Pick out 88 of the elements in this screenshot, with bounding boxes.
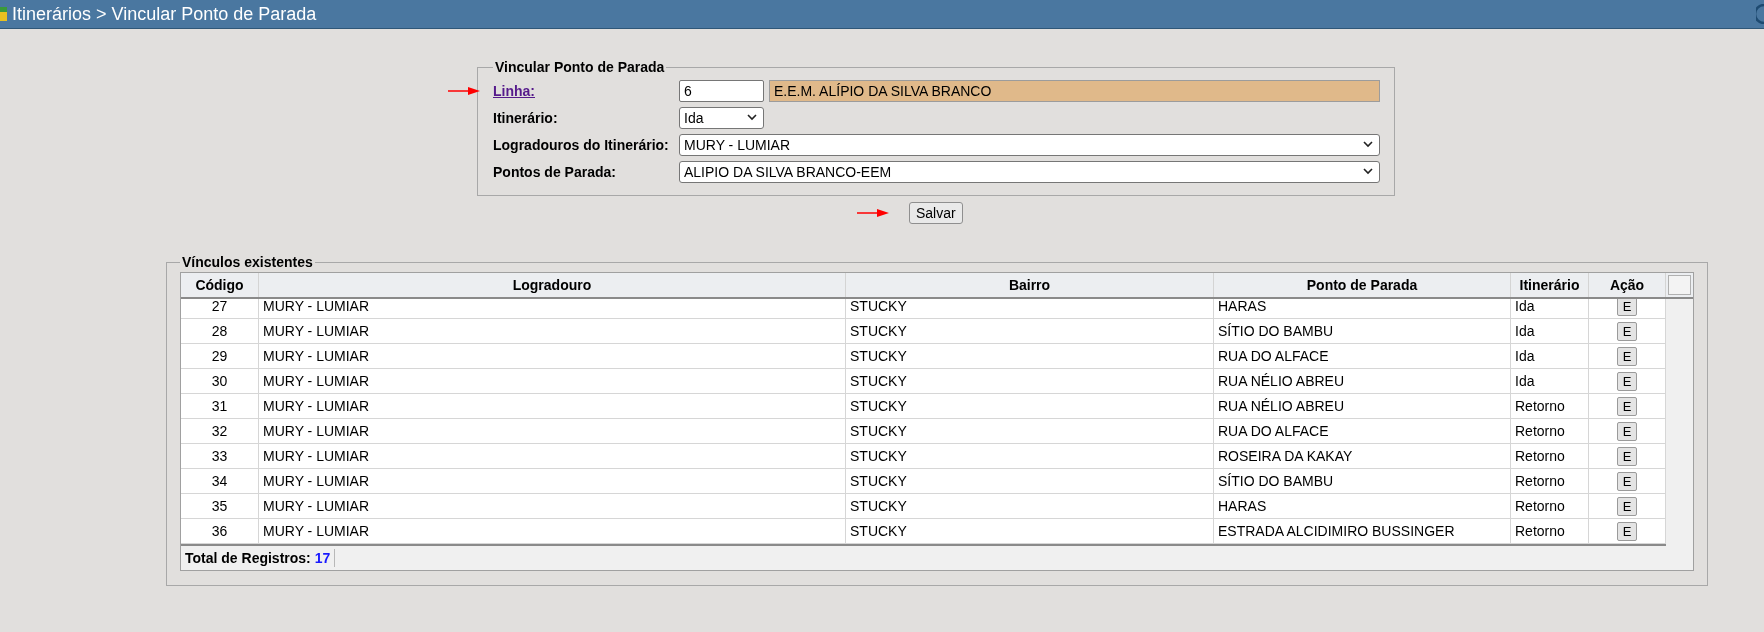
chevron-down-icon bbox=[1363, 141, 1373, 148]
itinerary-select[interactable]: Ida bbox=[679, 106, 764, 129]
table-cell: MURY - LUMIAR bbox=[259, 344, 846, 368]
field-label: Itinerário: bbox=[493, 109, 559, 126]
table-cell: 29 bbox=[181, 344, 259, 368]
arrow-right-icon bbox=[857, 209, 889, 217]
table-cell: Ida bbox=[1511, 319, 1589, 343]
edit-button[interactable]: E bbox=[1617, 446, 1637, 466]
table-cell: MURY - LUMIAR bbox=[259, 494, 846, 518]
edit-button[interactable]: E bbox=[1617, 421, 1637, 441]
arrow-right-icon bbox=[448, 86, 480, 95]
table-cell: ROSEIRA DA KAKAY bbox=[1214, 444, 1511, 468]
table-cell: MURY - LUMIAR bbox=[259, 299, 846, 318]
table-cell: MURY - LUMIAR bbox=[259, 469, 846, 493]
table-cell: Retorno bbox=[1511, 519, 1589, 543]
table-cell: HARAS bbox=[1214, 494, 1511, 518]
table-cell: MURY - LUMIAR bbox=[259, 369, 846, 393]
table-cell: RUA NÉLIO ABREU bbox=[1214, 394, 1511, 418]
table-cell: MURY - LUMIAR bbox=[259, 394, 846, 418]
table-cell: 35 bbox=[181, 494, 259, 518]
table-cell: STUCKY bbox=[846, 444, 1214, 468]
column-header: Código bbox=[181, 273, 259, 297]
line-code-field[interactable]: 6 bbox=[679, 79, 764, 102]
column-header: Ação bbox=[1589, 273, 1666, 297]
column-header: Logradouro bbox=[259, 273, 846, 297]
table-cell: STUCKY bbox=[846, 319, 1214, 343]
edit-button[interactable]: E bbox=[1617, 471, 1637, 491]
field-label: Logradouros do Itinerário: bbox=[493, 136, 670, 153]
table-cell: STUCKY bbox=[846, 394, 1214, 418]
table-cell: STUCKY bbox=[846, 419, 1214, 443]
table-cell: 28 bbox=[181, 319, 259, 343]
table-cell: STUCKY bbox=[846, 469, 1214, 493]
total-count: 17 bbox=[314, 550, 331, 566]
table-cell: 30 bbox=[181, 369, 259, 393]
table-cell: STUCKY bbox=[846, 494, 1214, 518]
page-title: Itinerários > Vincular Ponto de Parada bbox=[12, 3, 317, 25]
table-cell: Ida bbox=[1511, 369, 1589, 393]
table-cell: MURY - LUMIAR bbox=[259, 319, 846, 343]
table-cell: RUA NÉLIO ABREU bbox=[1214, 369, 1511, 393]
table-cell: STUCKY bbox=[846, 369, 1214, 393]
column-menu-button[interactable] bbox=[1668, 275, 1691, 295]
column-header: Ponto de Parada bbox=[1214, 273, 1511, 297]
table-cell: ESTRADA ALCIDIMIRO BUSSINGER bbox=[1214, 519, 1511, 543]
table-cell: STUCKY bbox=[846, 344, 1214, 368]
table-cell: 36 bbox=[181, 519, 259, 543]
edit-button[interactable]: E bbox=[1617, 299, 1637, 316]
table-cell: MURY - LUMIAR bbox=[259, 444, 846, 468]
table-cell: Retorno bbox=[1511, 494, 1589, 518]
edit-button[interactable]: E bbox=[1617, 396, 1637, 416]
column-header: Itinerário bbox=[1511, 273, 1589, 297]
table-cell: HARAS bbox=[1214, 299, 1511, 318]
linha-link[interactable]: Linha: bbox=[493, 82, 679, 99]
table-cell: SÍTIO DO BAMBU bbox=[1214, 319, 1511, 343]
chevron-down-icon bbox=[1363, 168, 1373, 175]
table-cell: 34 bbox=[181, 469, 259, 493]
table-cell: MURY - LUMIAR bbox=[259, 519, 846, 543]
table-cell: MURY - LUMIAR bbox=[259, 419, 846, 443]
edit-button[interactable]: E bbox=[1617, 496, 1637, 516]
table-cell: STUCKY bbox=[846, 299, 1214, 318]
table-cell: 27 bbox=[181, 299, 259, 318]
app-icon bbox=[0, 7, 7, 21]
panel-legend: Vincular Ponto de Parada bbox=[493, 59, 667, 75]
table-cell: 32 bbox=[181, 419, 259, 443]
table-cell: Retorno bbox=[1511, 419, 1589, 443]
table-cell: Ida bbox=[1511, 344, 1589, 368]
save-button[interactable]: Salvar bbox=[909, 202, 963, 224]
edit-button[interactable]: E bbox=[1617, 321, 1637, 341]
table-cell: Retorno bbox=[1511, 469, 1589, 493]
table-cell: STUCKY bbox=[846, 519, 1214, 543]
total-label: Total de Registros: bbox=[185, 550, 311, 566]
table-cell: Ida bbox=[1511, 299, 1589, 318]
field-label: Pontos de Parada: bbox=[493, 163, 617, 180]
table-cell: Retorno bbox=[1511, 444, 1589, 468]
stop-select[interactable]: ALIPIO DA SILVA BRANCO-EEM bbox=[679, 160, 1380, 183]
table-cell: Retorno bbox=[1511, 394, 1589, 418]
edit-button[interactable]: E bbox=[1617, 346, 1637, 366]
edit-button[interactable]: E bbox=[1617, 371, 1637, 391]
edit-button[interactable]: E bbox=[1617, 521, 1637, 541]
line-name-field: E.E.M. ALÍPIO DA SILVA BRANCO bbox=[769, 79, 1380, 102]
column-header: Bairro bbox=[846, 273, 1214, 297]
chevron-down-icon bbox=[747, 114, 757, 121]
table-cell: 31 bbox=[181, 394, 259, 418]
street-select[interactable]: MURY - LUMIAR bbox=[679, 133, 1380, 156]
table-cell: 33 bbox=[181, 444, 259, 468]
panel-legend: Vínculos existentes bbox=[180, 254, 315, 270]
table-cell: SÍTIO DO BAMBU bbox=[1214, 469, 1511, 493]
table-cell: RUA DO ALFACE bbox=[1214, 344, 1511, 368]
table-cell: RUA DO ALFACE bbox=[1214, 419, 1511, 443]
